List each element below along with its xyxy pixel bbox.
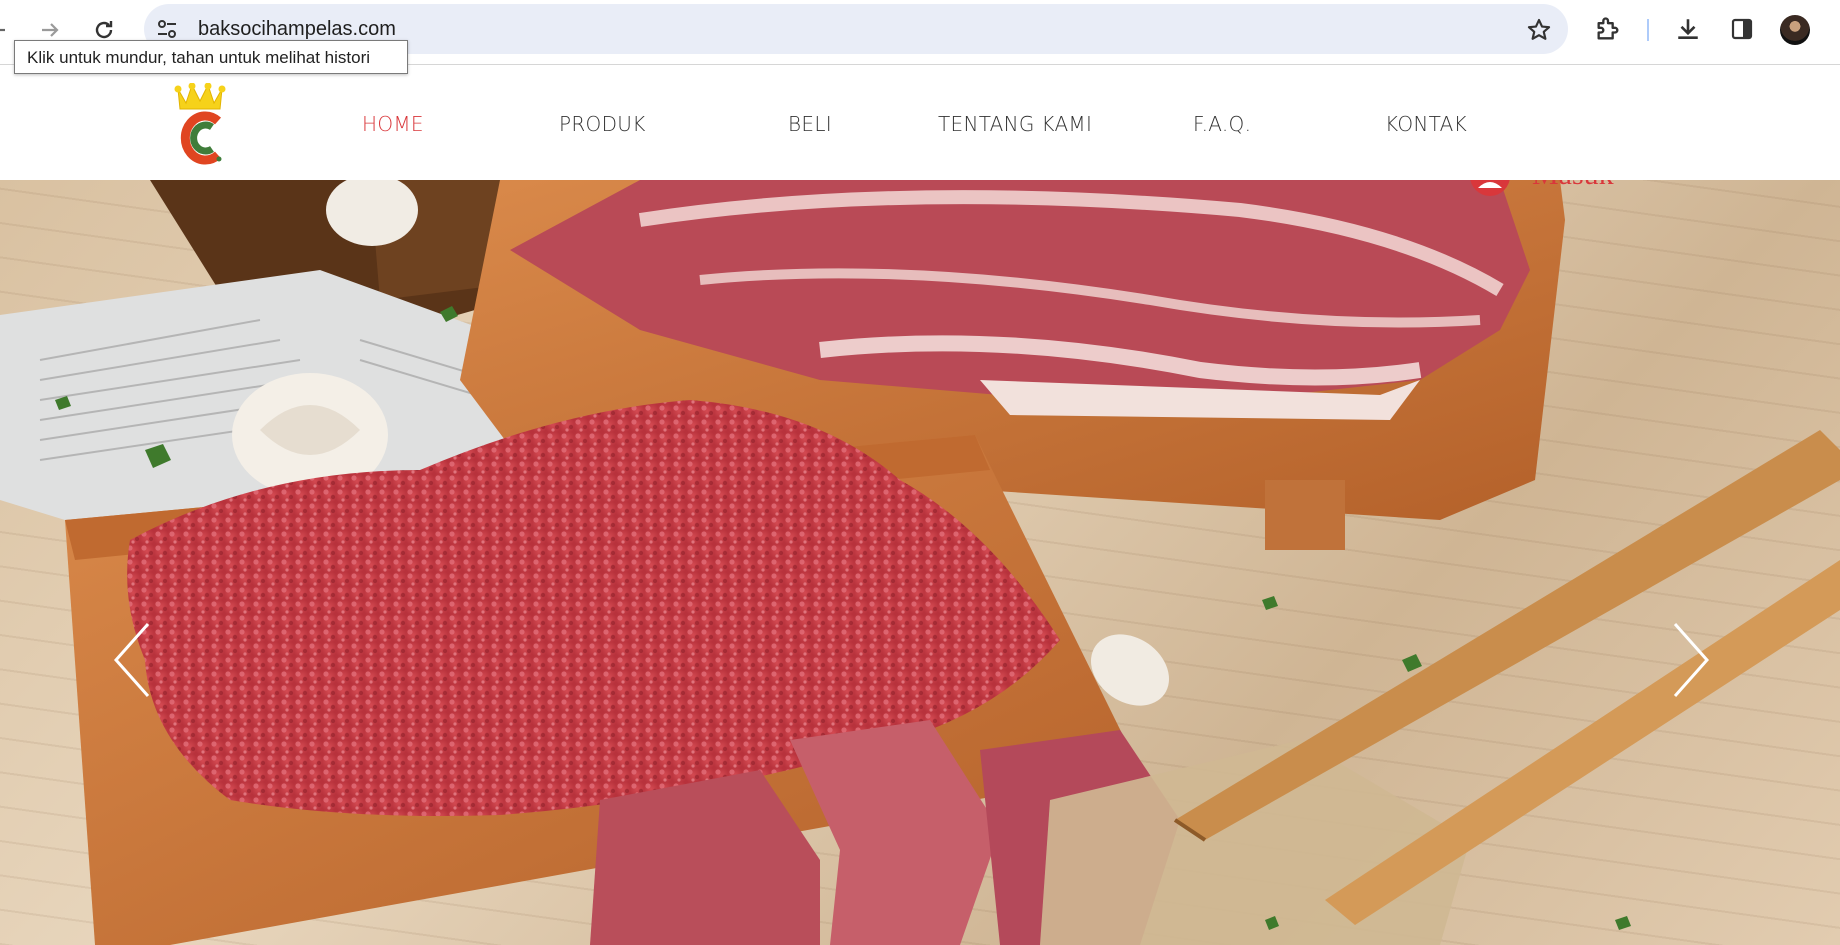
hero-slideshow: Masuk [0,180,1840,945]
toolbar-separator [1647,19,1649,41]
side-panel-icon [1731,18,1753,40]
nav-home[interactable]: HOME [362,112,424,136]
back-icon [0,28,5,32]
profile-avatar[interactable] [1780,15,1810,45]
bookmark-star-icon[interactable] [1526,17,1552,43]
chevron-right-icon [1673,623,1710,697]
hero-image [0,180,1840,945]
download-icon [1678,19,1698,39]
reload-icon [95,21,113,39]
extensions-icon [1597,17,1619,40]
login-label: Masuk [1532,180,1614,192]
slide-next-button[interactable] [1665,620,1715,700]
nav-faq[interactable]: F.A.Q. [1193,112,1251,136]
url-text[interactable]: baksocihampelas.com [198,18,396,41]
nav-tentang-kami[interactable]: TENTANG KAMI [938,112,1092,136]
brand-logo[interactable] [172,83,228,165]
login-button[interactable]: Masuk [1470,180,1650,200]
forward-icon [42,23,59,37]
nav-beli[interactable]: BELI [788,112,832,136]
user-icon [1470,180,1510,196]
site-header: HOME PRODUK BELI TENTANG KAMI F.A.Q. KON… [0,65,1840,180]
chevron-left-icon [113,623,150,697]
side-panel-button[interactable] [1727,14,1757,44]
browser-toolbar: baksocihampelas.com Klik untuk mundur, t… [0,0,1840,74]
slide-prev-button[interactable] [108,620,158,700]
downloads-button[interactable] [1673,14,1703,44]
nav-kontak[interactable]: KONTAK [1385,112,1467,136]
site-settings-icon[interactable] [156,17,178,41]
nav-produk[interactable]: PRODUK [559,112,646,136]
back-button-tooltip: Klik untuk mundur, tahan untuk melihat h… [14,40,408,74]
extensions-button[interactable] [1593,14,1623,44]
